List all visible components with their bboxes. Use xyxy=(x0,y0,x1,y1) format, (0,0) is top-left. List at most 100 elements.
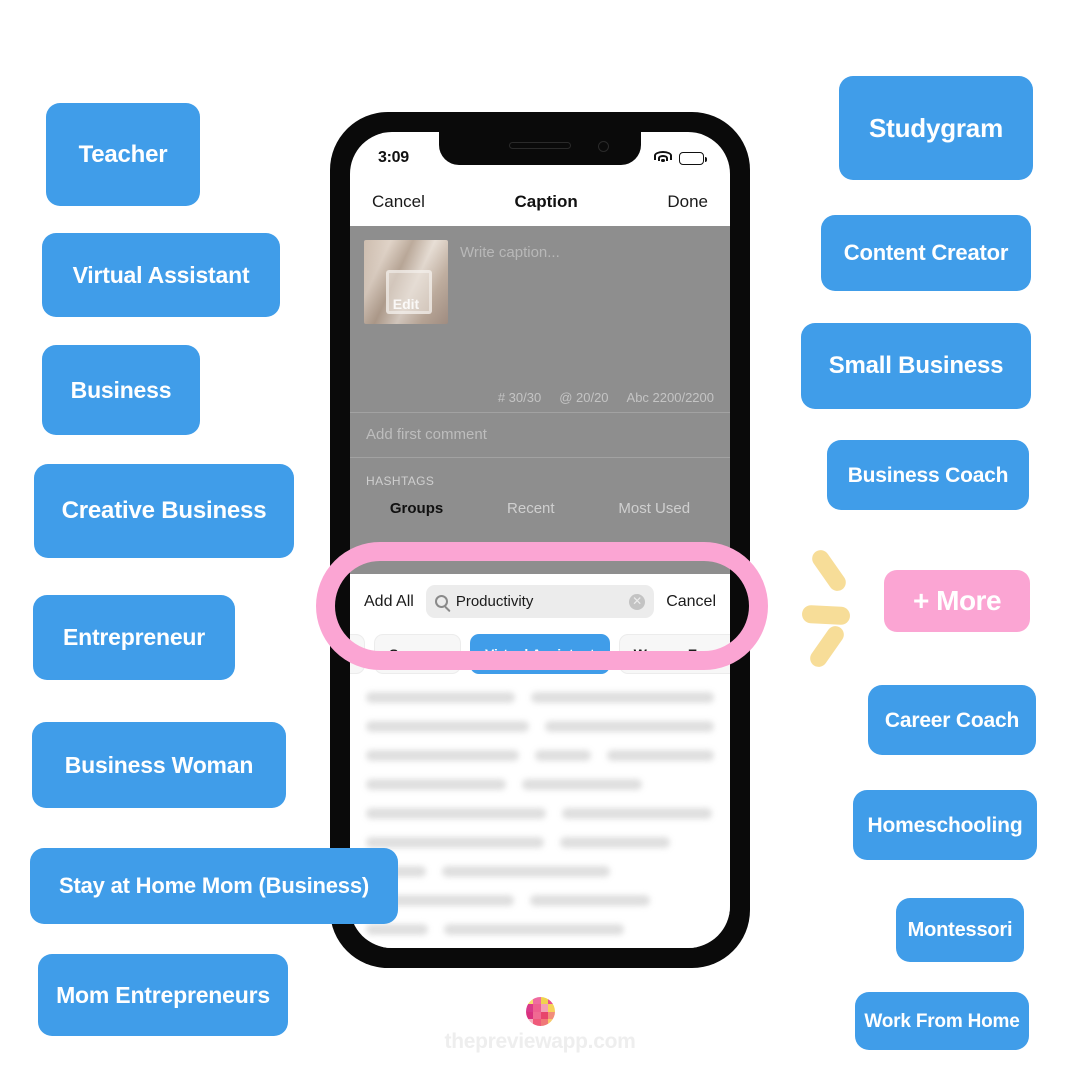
hashtags-section-label: HASHTAGS xyxy=(366,474,435,488)
logo-tile xyxy=(526,1004,534,1012)
tag-label: Mom Entrepreneurs xyxy=(56,981,270,1008)
blurred-hashtag-row xyxy=(366,895,714,906)
blurred-hashtag-item xyxy=(366,750,520,761)
tag-label: Business Coach xyxy=(847,463,1009,487)
character-counter: Abc 2200/2200 xyxy=(626,390,714,405)
blurred-hashtag-item xyxy=(535,750,592,761)
thumbnail-edit-label[interactable]: Edit xyxy=(364,296,448,312)
blurred-hashtag-item xyxy=(522,779,642,790)
blurred-hashtag-item xyxy=(562,808,712,819)
group-chip-1[interactable]: Success xyxy=(374,634,461,674)
search-input-value: Productivity xyxy=(455,593,534,610)
blurred-hashtag-row xyxy=(366,750,714,761)
niche-tag-right-1[interactable]: Content Creator xyxy=(821,215,1031,291)
spark-dash-1-icon xyxy=(808,546,850,595)
blurred-hashtag-row xyxy=(366,808,714,819)
logo-tile xyxy=(533,1004,541,1012)
niche-tag-right-0[interactable]: Studygram xyxy=(839,76,1033,180)
blurred-hashtag-item xyxy=(607,750,714,761)
blurred-hashtag-item xyxy=(545,721,714,732)
niche-tag-right-5[interactable]: Homeschooling xyxy=(853,790,1037,860)
tag-label: Stay at Home Mom (Business) xyxy=(58,873,369,898)
nav-cancel-button[interactable]: Cancel xyxy=(372,192,425,212)
tab-groups[interactable]: Groups xyxy=(390,500,443,517)
niche-tag-right-3[interactable]: Business Coach xyxy=(827,440,1029,510)
blurred-hashtag-item xyxy=(444,924,624,935)
group-chip-2[interactable]: Virtual Assistant xyxy=(469,634,610,674)
mention-counter: @ 20/20 xyxy=(559,390,609,405)
blurred-hashtag-item xyxy=(560,837,670,848)
phone-screen: Edit Write caption... # 30/30 @ 20/20 Ab… xyxy=(350,132,730,948)
niche-tag-left-5[interactable]: Business Woman xyxy=(32,722,286,808)
search-icon xyxy=(434,595,448,608)
caption-placeholder[interactable]: Write caption... xyxy=(460,240,560,324)
search-input[interactable]: Productivity ✕ xyxy=(425,585,655,618)
logo-tile xyxy=(533,1011,541,1019)
niche-tag-left-1[interactable]: Virtual Assistant xyxy=(42,233,280,317)
niche-tag-left-6[interactable]: Stay at Home Mom (Business) xyxy=(30,848,398,924)
blurred-hashtag-item xyxy=(366,924,428,935)
blurred-hashtag-item xyxy=(442,866,610,877)
blurred-hashtag-row xyxy=(366,837,714,848)
tag-label: Career Coach xyxy=(884,708,1020,732)
blurred-hashtag-item xyxy=(530,895,650,906)
more-badge[interactable]: + More xyxy=(884,570,1030,632)
speaker-icon xyxy=(509,142,571,149)
spark-dash-2-icon xyxy=(801,604,851,626)
niche-tag-right-4[interactable]: Career Coach xyxy=(868,685,1036,755)
clear-icon[interactable]: ✕ xyxy=(629,593,646,610)
hashtag-search-sheet: Add All Productivity ✕ Cancel up Success V… xyxy=(350,574,730,948)
blurred-hashtag-row xyxy=(366,866,714,877)
logo-tile xyxy=(526,1018,534,1026)
blurred-hashtag-item xyxy=(366,837,544,848)
tag-label: Montessori xyxy=(907,919,1013,941)
preview-app-logo-icon xyxy=(526,997,555,1026)
first-comment-field[interactable]: Add first comment xyxy=(350,413,730,458)
group-chip-label: Virtual Assistant xyxy=(484,646,595,662)
tab-recent[interactable]: Recent xyxy=(507,500,555,517)
group-chip-0[interactable]: up xyxy=(350,634,366,674)
logo-tile xyxy=(547,1004,555,1012)
search-cancel-button[interactable]: Cancel xyxy=(666,593,716,611)
caption-navbar: Cancel Caption Done xyxy=(350,178,730,226)
more-badge-label: + More xyxy=(912,585,1002,616)
tag-label: Teacher xyxy=(78,140,168,168)
logo-tile xyxy=(533,997,541,1005)
post-thumbnail[interactable]: Edit xyxy=(364,240,448,324)
logo-tile xyxy=(540,1018,548,1026)
niche-tag-left-2[interactable]: Business xyxy=(42,345,200,435)
niche-tag-left-3[interactable]: Creative Business xyxy=(34,464,294,558)
logo-tile xyxy=(547,997,555,1005)
blurred-hashtag-item xyxy=(366,808,546,819)
nav-title: Caption xyxy=(514,192,578,211)
phone-mockup: Edit Write caption... # 30/30 @ 20/20 Ab… xyxy=(330,112,750,968)
tag-label: Entrepreneur xyxy=(62,624,206,650)
poster-canvas: Teacher Virtual Assistant Business Creative… xyxy=(0,0,1080,1080)
status-indicators xyxy=(654,151,707,165)
group-chip-label: Women Empowerment xyxy=(633,646,730,662)
wifi-icon xyxy=(654,151,672,165)
group-chip-3[interactable]: Women Empowerment xyxy=(618,634,730,674)
logo-tile xyxy=(540,1004,548,1012)
phone-notch xyxy=(439,132,641,165)
tag-label: Content Creator xyxy=(843,240,1009,265)
niche-tag-right-2[interactable]: Small Business xyxy=(801,323,1031,409)
tag-label: Creative Business xyxy=(61,497,267,524)
logo-tile xyxy=(526,997,534,1005)
group-chips-row[interactable]: up Success Virtual Assistant Women Empowerm… xyxy=(350,628,730,688)
add-all-button[interactable]: Add All xyxy=(364,593,414,611)
niche-tag-right-6[interactable]: Montessori xyxy=(896,898,1024,962)
tag-label: Homeschooling xyxy=(867,813,1023,837)
tag-label: Work From Home xyxy=(864,1010,1020,1032)
nav-done-button[interactable]: Done xyxy=(667,192,708,212)
blurred-hashtag-row xyxy=(366,692,714,703)
hashtag-counter: # 30/30 xyxy=(497,390,542,405)
niche-tag-left-4[interactable]: Entrepreneur xyxy=(33,595,235,680)
niche-tag-left-0[interactable]: Teacher xyxy=(46,103,200,206)
tag-label: Small Business xyxy=(828,352,1004,379)
tab-most-used[interactable]: Most Used xyxy=(618,500,690,517)
niche-tag-left-7[interactable]: Mom Entrepreneurs xyxy=(38,954,288,1036)
blurred-hashtag-row xyxy=(366,924,714,935)
blurred-hashtag-item xyxy=(366,692,515,703)
logo-tile xyxy=(540,997,548,1005)
